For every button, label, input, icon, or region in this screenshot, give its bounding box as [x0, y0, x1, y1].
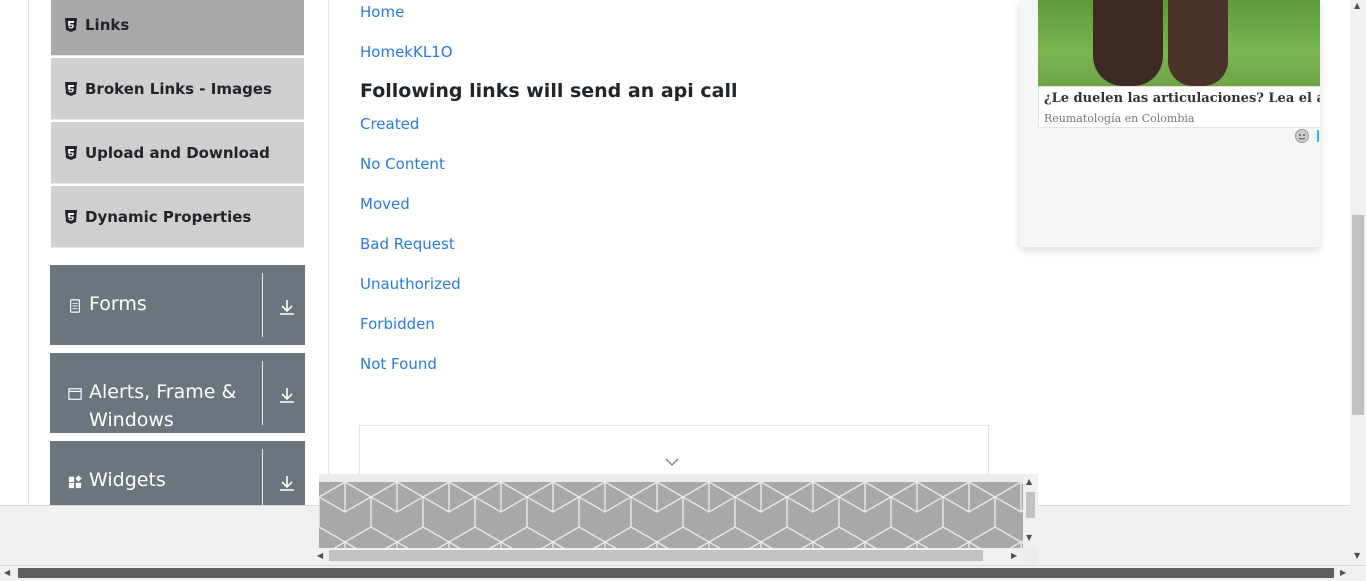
- sidebar-item-label: Dynamic Properties: [85, 207, 252, 226]
- sidebar-group-label: Widgets: [89, 469, 166, 491]
- scroll-right-arrow-icon[interactable]: ▶: [1011, 552, 1017, 560]
- sidebar-item-label: Upload and Download: [85, 143, 270, 162]
- link-no-content[interactable]: No Content: [360, 155, 445, 173]
- scroll-down-arrow-icon[interactable]: ▼: [1026, 534, 1032, 542]
- page-scroll-right-arrow-icon[interactable]: ▶: [1340, 569, 1346, 577]
- link-home[interactable]: Home: [360, 3, 404, 21]
- scroll-left-arrow-icon[interactable]: ◀: [317, 552, 323, 560]
- link-bad-request[interactable]: Bad Request: [360, 235, 455, 253]
- group-divider: [262, 361, 263, 425]
- sidebar-ad[interactable]: ¿Le duelen las articulaciones? Lea el ar…: [1020, 0, 1320, 247]
- ad-caption: ¿Le duelen las articulaciones? Lea el ar…: [1038, 86, 1320, 128]
- sidebar-item-label: Links: [85, 15, 130, 34]
- bottom-ad-frame[interactable]: ▲ ▼ ◀ ▶: [317, 474, 1038, 564]
- sidebar-border: [28, 0, 29, 505]
- download-icon[interactable]: [278, 386, 296, 404]
- group-divider: [262, 449, 263, 513]
- form-icon: [70, 299, 80, 313]
- ad-source: Reumatología en Colombia: [1044, 112, 1195, 125]
- sidebar-group-forms[interactable]: Forms: [50, 265, 305, 345]
- sidebar-group-label: Alerts, Frame & Windows: [89, 381, 237, 431]
- html5-icon: [65, 209, 77, 224]
- sidebar-item-broken-links[interactable]: Broken Links - Images: [51, 58, 304, 120]
- adchoices-icon[interactable]: [1294, 128, 1320, 144]
- page-scroll-down-arrow-icon[interactable]: ▼: [1354, 552, 1360, 560]
- link-not-found[interactable]: Not Found: [360, 355, 437, 373]
- link-forbidden[interactable]: Forbidden: [360, 315, 435, 333]
- sidebar-group-alerts[interactable]: Alerts, Frame & Windows: [50, 353, 305, 433]
- link-moved[interactable]: Moved: [360, 195, 410, 213]
- sidebar-right-border: [328, 0, 329, 505]
- link-unauthorized[interactable]: Unauthorized: [360, 275, 461, 293]
- widgets-icon: [68, 475, 82, 489]
- html5-icon: [65, 17, 77, 32]
- link-created[interactable]: Created: [360, 115, 419, 133]
- ad-pattern: [319, 482, 1023, 548]
- ad-horizontal-scroll-thumb[interactable]: [329, 550, 983, 561]
- page-scroll-up-arrow-icon[interactable]: ▲: [1354, 2, 1360, 10]
- download-icon[interactable]: [278, 474, 296, 492]
- ad-image: [1038, 0, 1320, 86]
- page-vertical-scroll-thumb[interactable]: [1352, 215, 1364, 415]
- sidebar-item-dynamic-properties[interactable]: Dynamic Properties: [51, 186, 304, 248]
- page-scroll-left-arrow-icon[interactable]: ◀: [4, 569, 10, 577]
- sidebar-item-links[interactable]: Links: [51, 0, 304, 56]
- sidebar-item-upload-download[interactable]: Upload and Download: [51, 122, 304, 184]
- html5-icon: [65, 81, 77, 96]
- ad-vertical-scroll-thumb[interactable]: [1026, 492, 1035, 518]
- html5-icon: [65, 145, 77, 160]
- sidebar-group-label: Forms: [89, 293, 147, 315]
- window-icon: [68, 388, 82, 400]
- page-horizontal-scroll-thumb[interactable]: [18, 568, 1334, 578]
- sidebar-item-label: Broken Links - Images: [85, 79, 272, 98]
- api-links-heading: Following links will send an api call: [360, 80, 738, 102]
- scroll-up-arrow-icon[interactable]: ▲: [1026, 478, 1032, 486]
- chevron-down-icon[interactable]: [665, 458, 679, 466]
- group-divider: [262, 273, 263, 337]
- link-home-dynamic[interactable]: HomekKL1O: [360, 43, 453, 61]
- ad-title: ¿Le duelen las articulaciones? Lea el ar…: [1044, 91, 1320, 106]
- download-icon[interactable]: [278, 298, 296, 316]
